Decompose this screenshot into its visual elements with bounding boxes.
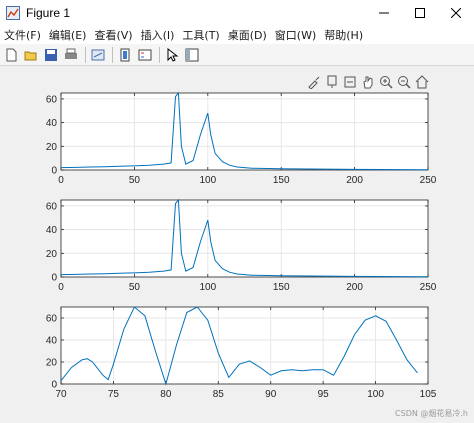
x-tick-label: 50 xyxy=(129,282,141,293)
x-tick-label: 85 xyxy=(213,389,225,400)
plots-canvas: 0 50 100 150 200 25002040600 50 100 150 200 250020… xyxy=(46,91,437,400)
y-tick-label: 40 xyxy=(46,118,58,129)
x-tick-label: 95 xyxy=(318,389,330,400)
x-tick-label: 200 xyxy=(346,282,363,293)
y-tick-label: 60 xyxy=(46,314,58,325)
subplot-1: 0 50 100 150 200 250 0 20 40 60 xyxy=(46,91,437,186)
y-tick-label: 40 xyxy=(46,336,58,347)
y-tick-label: 60 xyxy=(46,201,58,212)
plot-area xyxy=(61,307,428,384)
y-tick-label: 40 xyxy=(46,225,58,236)
watermark: CSDN @烟花易冷.h xyxy=(395,409,468,418)
x-tick-label: 150 xyxy=(273,282,290,293)
x-tick-label: 250 xyxy=(420,282,437,293)
x-tick-label: 105 xyxy=(420,389,437,400)
x-tick-label: 75 xyxy=(108,389,120,400)
y-tick-label: 20 xyxy=(46,249,58,260)
y-tick-label: 60 xyxy=(46,94,58,105)
y-tick-label: 20 xyxy=(46,358,58,369)
y-tick-label: 0 xyxy=(51,380,57,391)
subplot-2: 0 50 100 150 200 250 0 20 40 60 xyxy=(46,198,437,293)
x-tick-label: 80 xyxy=(160,389,172,400)
x-tick-label: 250 xyxy=(420,175,437,186)
x-tick-label: 150 xyxy=(273,175,290,186)
x-tick-label: 200 xyxy=(346,175,363,186)
x-tick-label: 70 xyxy=(55,389,67,400)
subplot-3: 70 75 80 85 90 95 100 105 0 20 40 60 xyxy=(46,306,437,400)
plot-area xyxy=(61,93,428,170)
x-tick-label: 50 xyxy=(129,175,141,186)
y-tick-label: 20 xyxy=(46,142,58,153)
y-tick-label: 0 xyxy=(51,273,57,284)
x-tick-label: 0 xyxy=(58,175,64,186)
plot-area xyxy=(61,200,428,277)
x-tick-label: 100 xyxy=(199,282,216,293)
y-tick-label: 0 xyxy=(51,166,57,177)
x-tick-label: 90 xyxy=(265,389,277,400)
x-tick-label: 100 xyxy=(367,389,384,400)
x-tick-label: 100 xyxy=(199,175,216,186)
x-tick-label: 0 xyxy=(58,282,64,293)
